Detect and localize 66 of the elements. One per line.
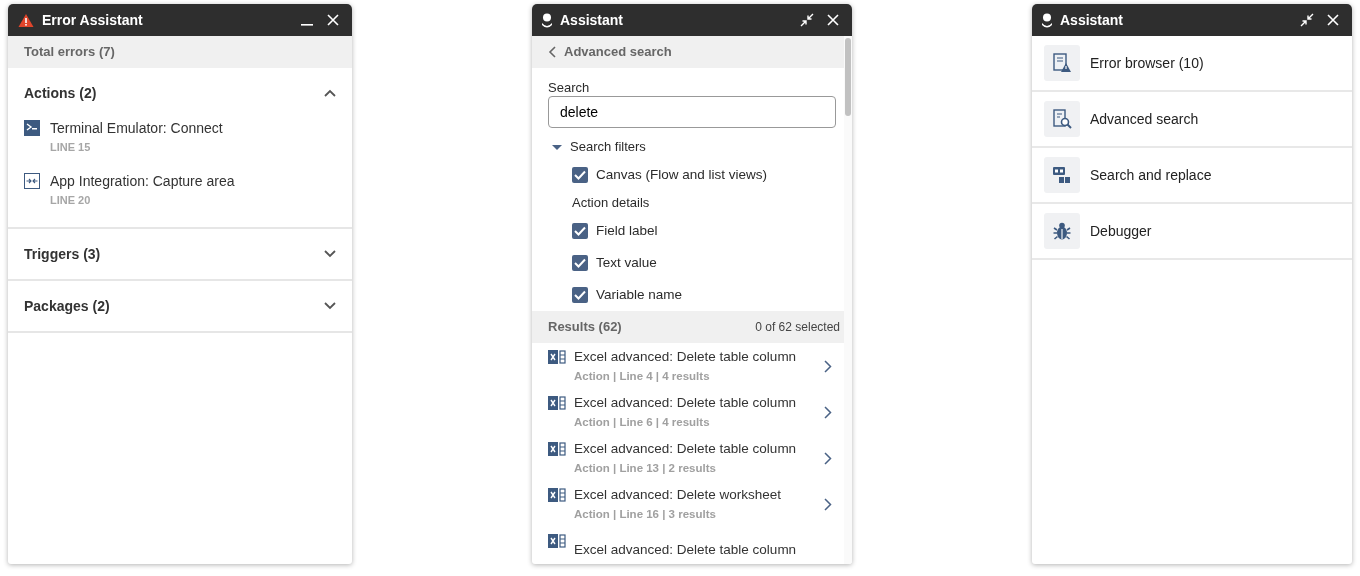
section-title[interactable]: Actions (2) <box>24 82 97 104</box>
spreadsheet-icon <box>548 349 566 365</box>
menu-item[interactable]: Advanced search <box>1032 92 1352 148</box>
chevron-down-icon[interactable] <box>324 250 336 258</box>
action-name[interactable]: App Integration: Capture area <box>50 170 235 192</box>
scrollbar[interactable] <box>845 38 851 116</box>
chevron-down-icon[interactable] <box>324 302 336 310</box>
filters-toggle[interactable]: Search filters <box>570 137 646 157</box>
result-details: Action | Line 4 | 4 results <box>574 368 711 384</box>
panel-title: Assistant <box>560 10 625 30</box>
assistant-icon <box>1042 12 1052 28</box>
close-icon[interactable] <box>1326 13 1340 27</box>
menu-item[interactable]: Error browser (10) <box>1032 36 1352 92</box>
line-number: LINE 20 <box>50 192 92 208</box>
terminal-icon <box>24 120 40 136</box>
caret-down-icon[interactable] <box>552 142 562 152</box>
warning-icon <box>18 12 34 28</box>
close-icon[interactable] <box>326 13 340 27</box>
checkbox[interactable] <box>572 223 588 239</box>
checkbox-label: Text value <box>596 253 657 272</box>
chevron-right-icon[interactable] <box>824 405 832 419</box>
action-name[interactable]: Terminal Emulator: Connect <box>50 118 223 139</box>
result-details: Action | Line 6 | 4 results <box>574 414 711 430</box>
menu-item[interactable]: Debugger <box>1032 204 1352 260</box>
checkbox-label: Variable name <box>596 285 683 304</box>
result-details: Action | Line 16 | 3 results <box>574 506 717 522</box>
result-title[interactable]: Excel advanced: Delete worksheet <box>574 485 816 506</box>
capture-area-icon <box>24 172 40 189</box>
chevron-right-icon[interactable] <box>824 451 832 465</box>
assistant-icon <box>542 12 552 28</box>
document-search-icon <box>1052 109 1072 129</box>
checkbox[interactable] <box>572 287 588 303</box>
panel-title: Assistant <box>1060 10 1125 30</box>
collapse-icon[interactable] <box>800 13 814 27</box>
result-title[interactable]: Excel advanced: Delete table column <box>574 347 816 368</box>
menu-item[interactable]: Search and replace <box>1032 148 1352 204</box>
spreadsheet-icon <box>548 533 566 549</box>
chevron-up-icon[interactable] <box>324 89 336 97</box>
selection-count: 0 of 62 selected <box>755 319 840 336</box>
chevron-right-icon[interactable] <box>824 359 832 373</box>
close-icon[interactable] <box>826 13 840 27</box>
result-title[interactable]: Excel advanced: Delete table column <box>574 439 816 460</box>
line-number: LINE 15 <box>50 140 92 155</box>
checkbox-label: Field label <box>596 221 658 240</box>
collapse-icon[interactable] <box>1300 13 1314 27</box>
field-label: Search <box>548 79 591 96</box>
result-title[interactable]: Excel advanced: Delete table column <box>574 393 816 414</box>
results-count: Results (62) <box>548 318 622 337</box>
document-warning-icon <box>1052 53 1072 73</box>
spreadsheet-icon <box>548 395 566 411</box>
back-icon[interactable] <box>548 46 556 58</box>
checkbox[interactable] <box>572 255 588 271</box>
spreadsheet-icon <box>548 487 566 503</box>
section-title[interactable]: Triggers (3) <box>24 243 101 265</box>
checkbox[interactable] <box>572 167 588 183</box>
panel-title: Error Assistant <box>42 10 144 30</box>
bug-icon <box>1052 221 1072 241</box>
section-title[interactable]: Packages (2) <box>24 295 110 317</box>
result-title[interactable]: Excel advanced: Delete table column <box>574 539 832 561</box>
chevron-right-icon[interactable] <box>824 497 832 511</box>
checkbox-label: Canvas (Flow and list views) <box>596 165 768 184</box>
summary-text: Total errors (7) <box>8 36 352 68</box>
search-field[interactable]: delete <box>548 96 836 128</box>
group-heading: Action details <box>572 194 651 212</box>
spreadsheet-icon <box>548 441 566 457</box>
result-details: Action | Line 13 | 2 results <box>574 460 717 476</box>
